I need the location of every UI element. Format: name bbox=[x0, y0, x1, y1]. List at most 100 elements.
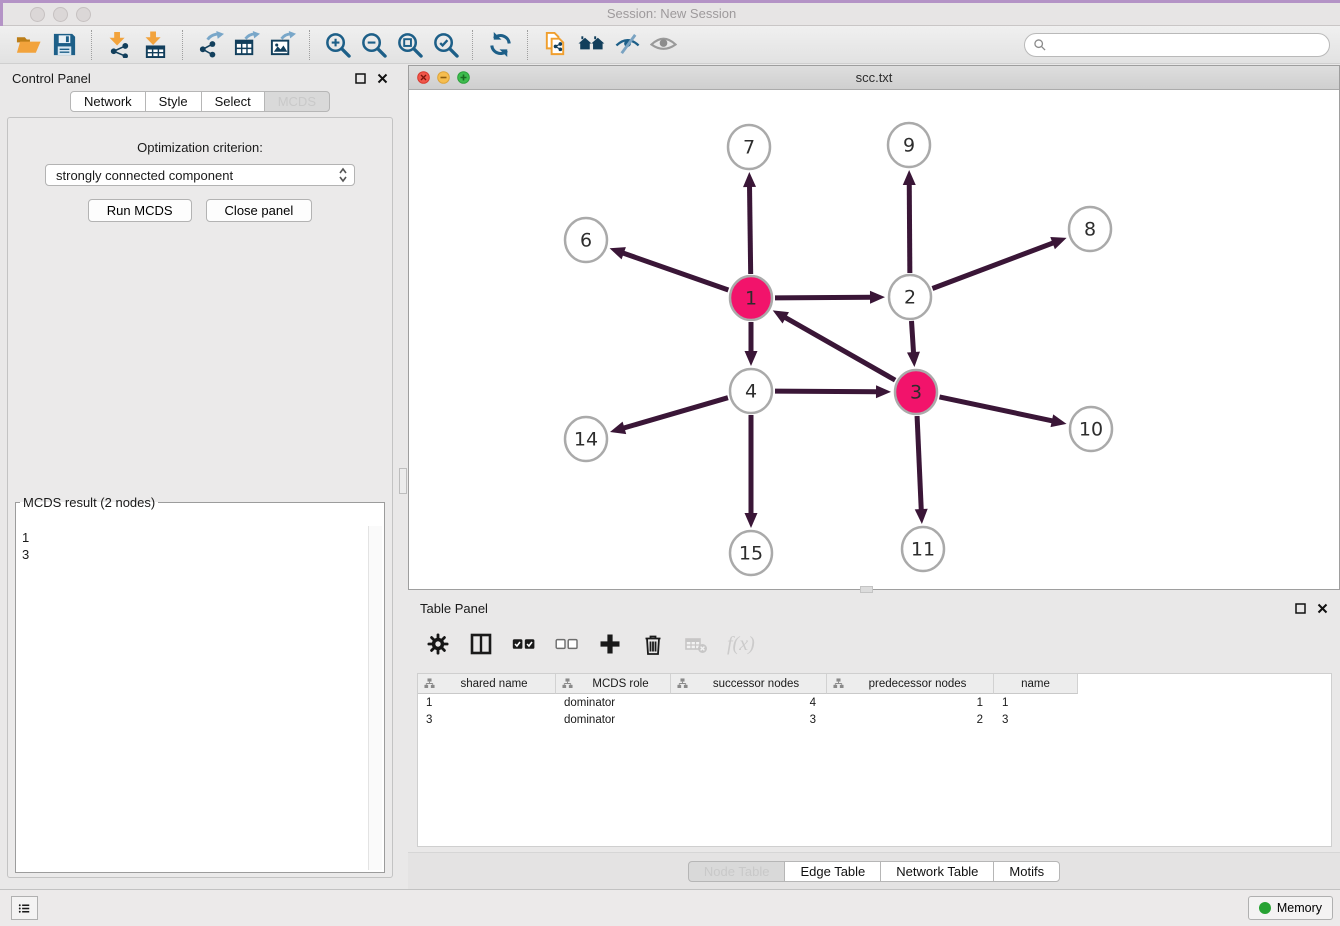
tab-node-table[interactable]: Node Table bbox=[688, 861, 786, 882]
graph-node-1[interactable]: 1 bbox=[730, 276, 772, 320]
column-header-shared-name[interactable]: shared name bbox=[418, 674, 556, 694]
run-mcds-button[interactable]: Run MCDS bbox=[88, 199, 192, 222]
graph-node-6[interactable]: 6 bbox=[565, 218, 607, 262]
tab-select[interactable]: Select bbox=[201, 91, 265, 112]
import-table-icon bbox=[142, 31, 169, 58]
tab-network[interactable]: Network bbox=[70, 91, 146, 112]
delete-rows-button[interactable] bbox=[641, 632, 665, 656]
show-columns-button[interactable] bbox=[469, 632, 493, 656]
graph-node-2[interactable]: 2 bbox=[889, 275, 931, 319]
graph-node-7[interactable]: 7 bbox=[728, 125, 770, 169]
add-row-button[interactable] bbox=[598, 632, 622, 656]
graph-node-10[interactable]: 10 bbox=[1070, 407, 1112, 451]
graph-node-14[interactable]: 14 bbox=[565, 417, 607, 461]
criterion-dropdown[interactable]: strongly connected component bbox=[45, 164, 355, 186]
memory-button[interactable]: Memory bbox=[1248, 896, 1333, 920]
table-cell[interactable]: dominator bbox=[556, 694, 671, 711]
table-options-gear-button[interactable] bbox=[426, 632, 450, 656]
tab-network-table[interactable]: Network Table bbox=[880, 861, 994, 882]
table-cell[interactable]: 4 bbox=[671, 694, 827, 711]
close-panel-icon[interactable] bbox=[377, 73, 388, 84]
graph-edge-4-3[interactable] bbox=[775, 391, 878, 392]
zoom-out-icon bbox=[360, 31, 387, 58]
graph-node-label: 8 bbox=[1084, 219, 1096, 241]
add-row-icon bbox=[598, 632, 622, 656]
close-panel-button[interactable]: Close panel bbox=[206, 199, 313, 222]
mcds-result-list[interactable]: 1 3 bbox=[19, 528, 368, 869]
zoom-fit-button[interactable] bbox=[391, 29, 427, 61]
graph-node-4[interactable]: 4 bbox=[730, 369, 772, 413]
save-session-button[interactable] bbox=[46, 29, 82, 61]
show-all-button[interactable] bbox=[645, 29, 681, 61]
refresh-button[interactable] bbox=[482, 29, 518, 61]
import-network-button[interactable] bbox=[101, 29, 137, 61]
graph-edge-3-10[interactable] bbox=[939, 397, 1053, 421]
tab-mcds[interactable]: MCDS bbox=[264, 91, 330, 112]
splitter-grip-vertical[interactable] bbox=[399, 468, 407, 494]
table-cell[interactable]: 3 bbox=[994, 711, 1078, 728]
table-cell[interactable]: 3 bbox=[671, 711, 827, 728]
float-table-panel-icon[interactable] bbox=[1295, 603, 1306, 614]
float-panel-icon[interactable] bbox=[355, 73, 366, 84]
column-header-successor-nodes[interactable]: successor nodes bbox=[671, 674, 827, 694]
tab-edge-table[interactable]: Edge Table bbox=[784, 861, 881, 882]
table-panel: Table Panel f(x) shared nameMCDS rolesuc… bbox=[408, 595, 1340, 890]
graph-node-8[interactable]: 8 bbox=[1069, 207, 1111, 251]
deselect-all-button[interactable] bbox=[555, 632, 579, 656]
graph-edge-1-7[interactable] bbox=[750, 185, 751, 274]
deselect-all-icon bbox=[555, 632, 579, 656]
search-input[interactable] bbox=[1047, 37, 1321, 53]
open-file-button[interactable] bbox=[10, 29, 46, 61]
memory-status-icon bbox=[1259, 902, 1271, 914]
select-all-button[interactable] bbox=[512, 632, 536, 656]
panel-menu-button[interactable] bbox=[11, 896, 38, 920]
graph-edge-2-9[interactable] bbox=[909, 183, 910, 273]
export-table-button[interactable] bbox=[228, 29, 264, 61]
show-all-icon bbox=[650, 31, 677, 58]
zoom-in-button[interactable] bbox=[319, 29, 355, 61]
result-scrollbar[interactable] bbox=[368, 526, 382, 870]
graph-edge-4-14[interactable] bbox=[622, 398, 727, 429]
main-toolbar bbox=[0, 26, 1340, 64]
table-cell[interactable]: 1 bbox=[418, 694, 556, 711]
network-title: scc.txt bbox=[409, 70, 1339, 85]
graph-edge-2-8[interactable] bbox=[932, 242, 1054, 288]
column-header-name[interactable]: name bbox=[994, 674, 1078, 694]
clone-network-button[interactable] bbox=[537, 29, 573, 61]
tab-style[interactable]: Style bbox=[145, 91, 202, 112]
table-cell[interactable]: 2 bbox=[827, 711, 994, 728]
table-cell[interactable]: 3 bbox=[418, 711, 556, 728]
graph-edge-3-11[interactable] bbox=[917, 416, 921, 511]
graph-edge-2-3[interactable] bbox=[912, 321, 914, 354]
network-window-titlebar[interactable]: scc.txt bbox=[409, 66, 1339, 90]
import-table-button[interactable] bbox=[137, 29, 173, 61]
column-header-predecessor-nodes[interactable]: predecessor nodes bbox=[827, 674, 994, 694]
close-table-panel-icon[interactable] bbox=[1317, 603, 1328, 614]
hide-selected-button[interactable] bbox=[609, 29, 645, 61]
graph-edge-1-6[interactable] bbox=[622, 253, 729, 290]
table-cell[interactable]: 1 bbox=[994, 694, 1078, 711]
search-icon bbox=[1033, 38, 1047, 52]
splitter-grip-horizontal[interactable] bbox=[860, 586, 873, 593]
zoom-out-button[interactable] bbox=[355, 29, 391, 61]
graph-node-9[interactable]: 9 bbox=[888, 123, 930, 167]
export-image-button[interactable] bbox=[264, 29, 300, 61]
graph-edge-1-2[interactable] bbox=[775, 297, 872, 298]
network-canvas[interactable]: 7 9 6 8 1 2 4 3 14 10 15 11 bbox=[409, 89, 1339, 589]
table-cell[interactable]: 1 bbox=[827, 694, 994, 711]
network-graph[interactable]: 7 9 6 8 1 2 4 3 14 10 15 11 bbox=[409, 89, 1339, 589]
graph-node-label: 1 bbox=[745, 288, 757, 310]
refresh-icon bbox=[487, 31, 514, 58]
graph-node-label: 2 bbox=[904, 287, 916, 309]
first-neighbors-button[interactable] bbox=[573, 29, 609, 61]
export-network-button[interactable] bbox=[192, 29, 228, 61]
graph-node-11[interactable]: 11 bbox=[902, 527, 944, 571]
graph-node-15[interactable]: 15 bbox=[730, 531, 772, 575]
zoom-selected-button[interactable] bbox=[427, 29, 463, 61]
column-header-MCDS-role[interactable]: MCDS role bbox=[556, 674, 671, 694]
table-cell[interactable]: dominator bbox=[556, 711, 671, 728]
tab-motifs[interactable]: Motifs bbox=[993, 861, 1060, 882]
graph-edge-3-1[interactable] bbox=[784, 317, 895, 380]
graph-node-3[interactable]: 3 bbox=[895, 370, 937, 414]
search-box[interactable] bbox=[1024, 33, 1330, 57]
